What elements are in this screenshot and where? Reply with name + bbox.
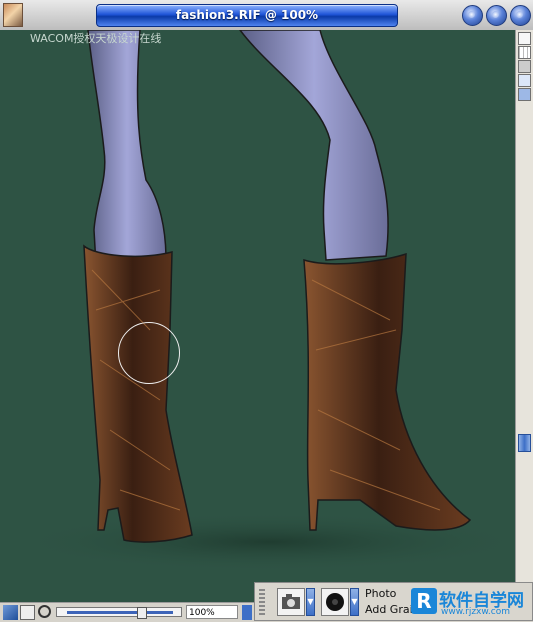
grabber-hand-icon[interactable] — [20, 605, 35, 620]
zoom-slider-track — [67, 611, 173, 614]
brush-dab-icon[interactable] — [321, 588, 349, 616]
zoom-slider-knob[interactable] — [137, 607, 147, 619]
variant-dropdown[interactable]: ▼ — [350, 588, 359, 616]
panel-grip[interactable] — [259, 589, 265, 615]
window-title: fashion3.RIF @ 100% — [175, 8, 319, 22]
minimize-icon[interactable] — [462, 5, 483, 26]
title-bar[interactable]: fashion3.RIF @ 100% — [0, 0, 533, 31]
category-dropdown[interactable]: ▼ — [306, 588, 315, 616]
logo-url: www.rjzxw.com — [441, 607, 510, 617]
brush-cursor-icon — [118, 322, 180, 384]
layers-icon[interactable] — [518, 32, 531, 45]
app-painter-icon[interactable] — [3, 3, 23, 27]
drawing-canvas[interactable]: WACOM授权天极设计在线 — [0, 30, 515, 602]
logo-mark: R — [411, 588, 437, 614]
window-title-pill[interactable]: fashion3.RIF @ 100% — [96, 4, 398, 27]
layers-adjuster-icon[interactable] — [3, 605, 18, 620]
settings-icon[interactable] — [518, 74, 531, 87]
canvas-watermark: WACOM授权天极设计在线 — [30, 32, 162, 45]
close-icon[interactable] — [510, 5, 531, 26]
tracing-icon[interactable] — [518, 60, 531, 73]
zoom-value-field[interactable]: 100% — [186, 605, 238, 619]
vertical-scroll-thumb[interactable] — [518, 434, 531, 452]
brush-category-label: Photo — [365, 587, 397, 600]
camera-icon[interactable] — [277, 588, 305, 616]
zoom-slider[interactable] — [56, 607, 182, 619]
fashion-artwork — [10, 30, 515, 572]
maximize-icon[interactable] — [486, 5, 507, 26]
grid-icon[interactable] — [518, 46, 531, 59]
vertical-tool-strip[interactable] — [515, 30, 533, 602]
magnifier-icon[interactable] — [38, 605, 51, 618]
scroll-left-icon[interactable] — [242, 605, 252, 620]
scroll-up-icon[interactable] — [518, 88, 531, 101]
site-logo: R 软件自学网 www.rjzxw.com — [411, 586, 531, 620]
